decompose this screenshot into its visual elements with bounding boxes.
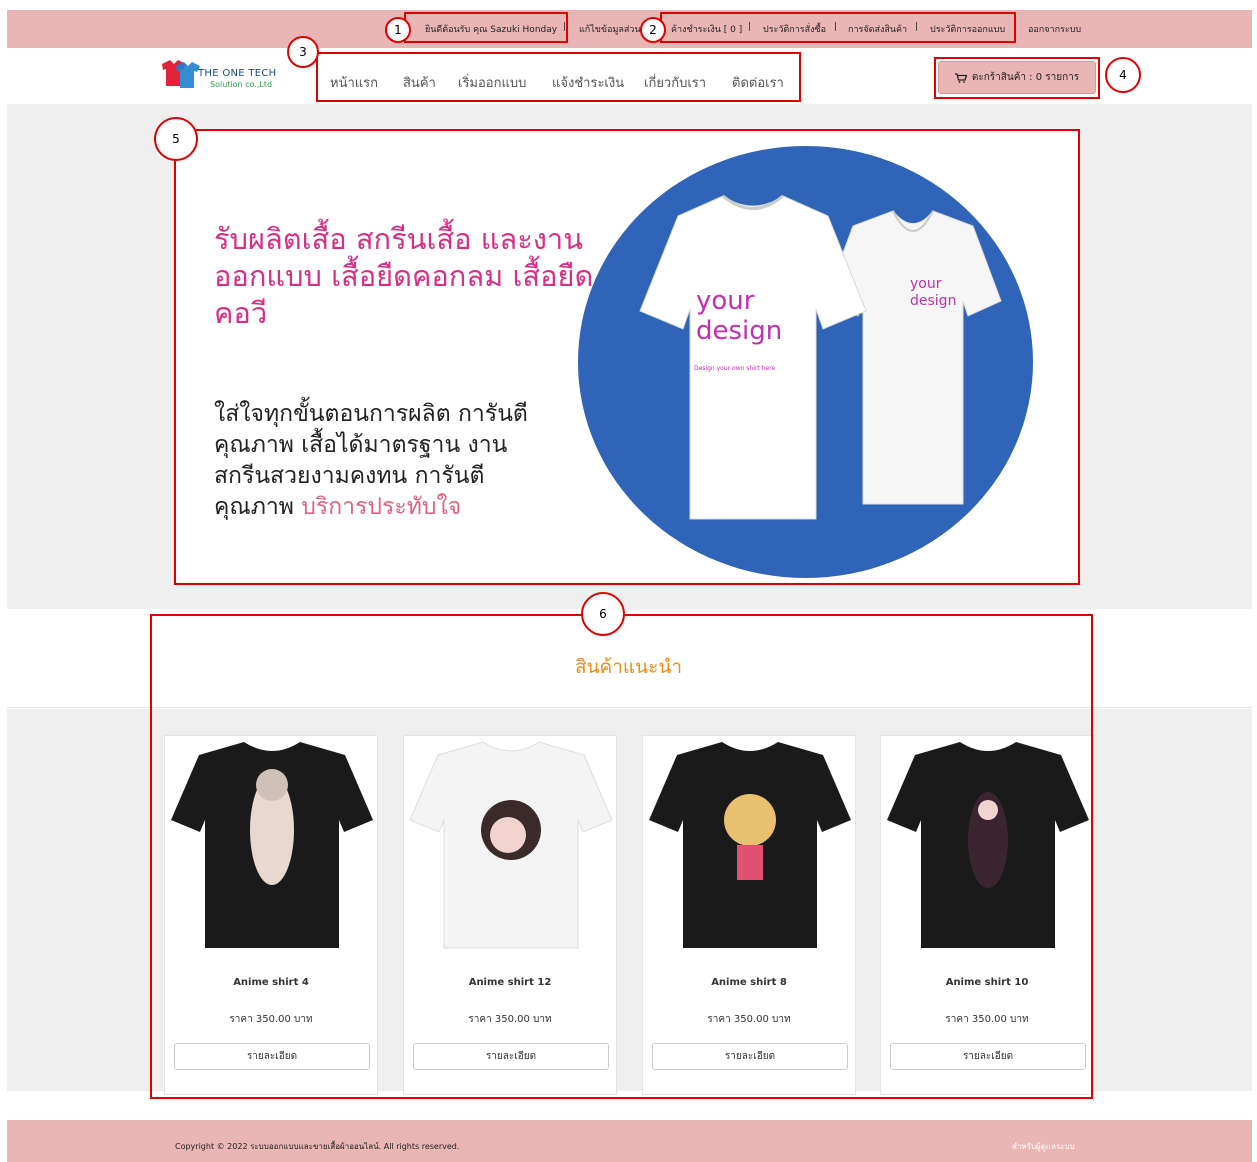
logout-link[interactable]: ออกจากระบบ	[1028, 22, 1081, 36]
annotation-marker-2: 2	[640, 17, 666, 43]
annotation-box-4	[934, 57, 1100, 99]
footer: Copyright © 2022 ระบบออกแบบและขายเสื้อผ้…	[7, 1120, 1252, 1162]
logo-brand-text: THE ONE TECH	[198, 68, 277, 79]
top-user-bar: ยินดีต้อนรับ คุณ Sazuki Honday | แก้ไขข้…	[7, 10, 1252, 48]
logo-sub-text: Solution co.,Ltd	[210, 80, 273, 89]
annotation-marker-5: 5	[154, 117, 198, 161]
annotation-marker-3: 3	[287, 36, 319, 68]
annotation-box-6	[150, 614, 1093, 1099]
company-logo[interactable]: THE ONE TECH Solution co.,Ltd	[158, 58, 288, 92]
annotation-marker-1: 1	[385, 17, 411, 43]
annotation-marker-4: 4	[1105, 57, 1141, 93]
admin-link[interactable]: สำหรับผู้ดูแลระบบ	[1012, 1140, 1075, 1153]
copyright-text: Copyright © 2022 ระบบออกแบบและขายเสื้อผ้…	[175, 1142, 460, 1151]
annotation-box-3	[316, 52, 801, 102]
annotation-marker-6: 6	[581, 592, 625, 636]
annotation-box-5	[174, 129, 1080, 585]
annotation-box-1	[404, 12, 568, 43]
tshirt-logo-icon	[162, 60, 200, 88]
annotation-box-2	[660, 12, 1016, 43]
